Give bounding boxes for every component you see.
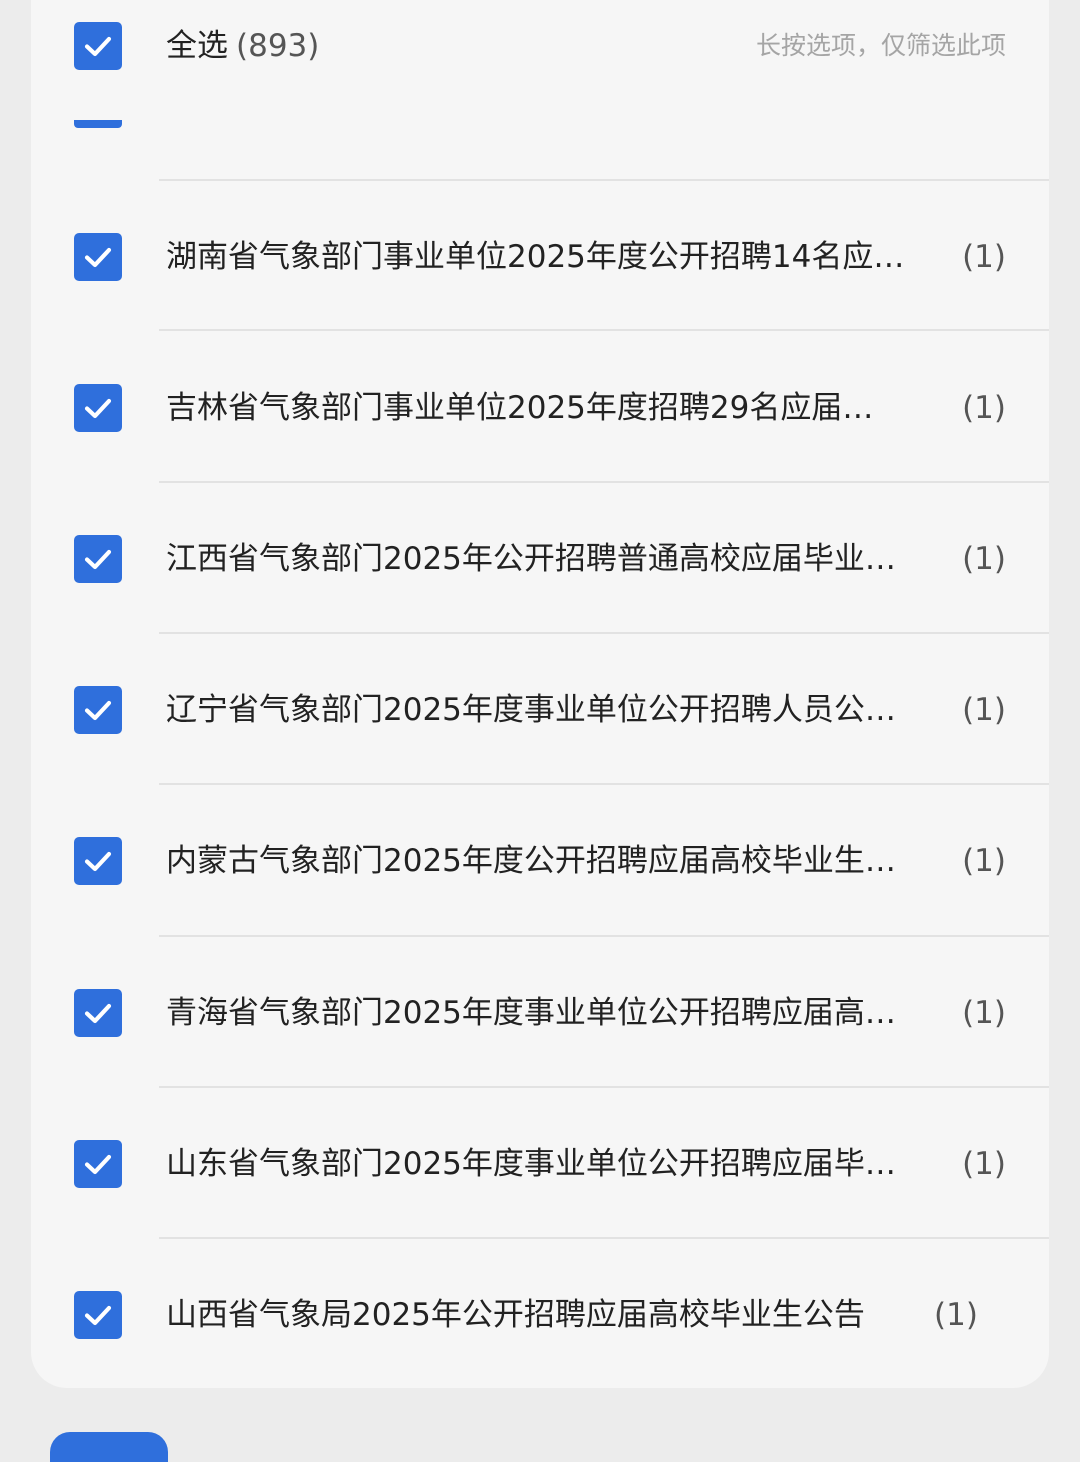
item-title: 青海省气象部门2025年度事业单位公开招聘应届高… [166,995,896,1031]
item-count: (1) [962,239,1006,275]
list-item[interactable]: 吉林省气象部门事业单位2025年度招聘29名应届… (1) [31,332,1049,483]
item-count: (1) [962,843,1006,879]
item-title: 江西省气象部门2025年公开招聘普通高校应届毕业… [166,541,896,577]
item-count: (1) [962,541,1006,577]
long-press-hint: 长按选项，仅筛选此项 [755,31,1006,60]
checkmark-icon [84,398,112,419]
item-title: 辽宁省气象部门2025年度事业单位公开招聘人员公… [166,692,896,728]
list-item[interactable]: 青海省气象部门2025年度事业单位公开招聘应届高… (1) [31,937,1049,1088]
item-checkbox[interactable] [74,384,122,432]
list-item[interactable]: 山西省气象局2025年公开招聘应届高校毕业生公告 (1) [31,1239,1049,1388]
item-checkbox[interactable] [74,1291,122,1339]
checkmark-icon [84,1154,112,1175]
item-checkbox[interactable] [74,1140,122,1188]
item-title: 山东省气象部门2025年度事业单位公开招聘应届毕… [166,1146,896,1182]
item-checkbox[interactable] [74,989,122,1037]
item-title: 吉林省气象部门事业单位2025年度招聘29名应届… [166,390,874,426]
select-all-label: 全选 (893) [166,22,319,70]
list-item[interactable]: 湖南省气象部门事业单位2025年度公开招聘14名应… (1) [31,181,1049,332]
item-title: 内蒙古气象部门2025年度公开招聘应届高校毕业生… [166,843,896,879]
bottom-action-button[interactable] [50,1432,168,1462]
checkmark-icon [84,36,112,57]
item-count: (1) [934,1297,978,1333]
partial-checkbox[interactable] [74,120,122,128]
select-all-count: (893) [236,28,320,64]
select-all-row[interactable]: 全选 (893) 长按选项，仅筛选此项 [31,0,1049,90]
item-checkbox[interactable] [74,686,122,734]
select-all-checkbox[interactable] [74,22,122,70]
select-all-text: 全选 [166,28,228,64]
item-checkbox[interactable] [74,535,122,583]
checkmark-icon [84,247,112,268]
list-item[interactable]: 辽宁省气象部门2025年度事业单位公开招聘人员公… (1) [31,634,1049,785]
item-count: (1) [962,995,1006,1031]
filter-panel: 全选 (893) 长按选项，仅筛选此项 湖南省气象部门事业单位2025年度公开招聘… [31,0,1049,1388]
checkmark-icon [84,1003,112,1024]
divider [159,329,1049,331]
list-item[interactable]: 山东省气象部门2025年度事业单位公开招聘应届毕… (1) [31,1088,1049,1239]
list-item[interactable]: 江西省气象部门2025年公开招聘普通高校应届毕业… (1) [31,483,1049,634]
checkmark-icon [84,1305,112,1326]
item-count: (1) [962,692,1006,728]
item-title: 山西省气象局2025年公开招聘应届高校毕业生公告 [166,1297,865,1333]
item-checkbox[interactable] [74,233,122,281]
checkmark-icon [84,851,112,872]
list-item[interactable]: 内蒙古气象部门2025年度公开招聘应届高校毕业生… (1) [31,785,1049,936]
checkmark-icon [84,700,112,721]
checkmark-icon [84,549,112,570]
item-checkbox[interactable] [74,837,122,885]
item-count: (1) [962,390,1006,426]
item-count: (1) [962,1146,1006,1182]
item-title: 湖南省气象部门事业单位2025年度公开招聘14名应… [166,239,905,275]
